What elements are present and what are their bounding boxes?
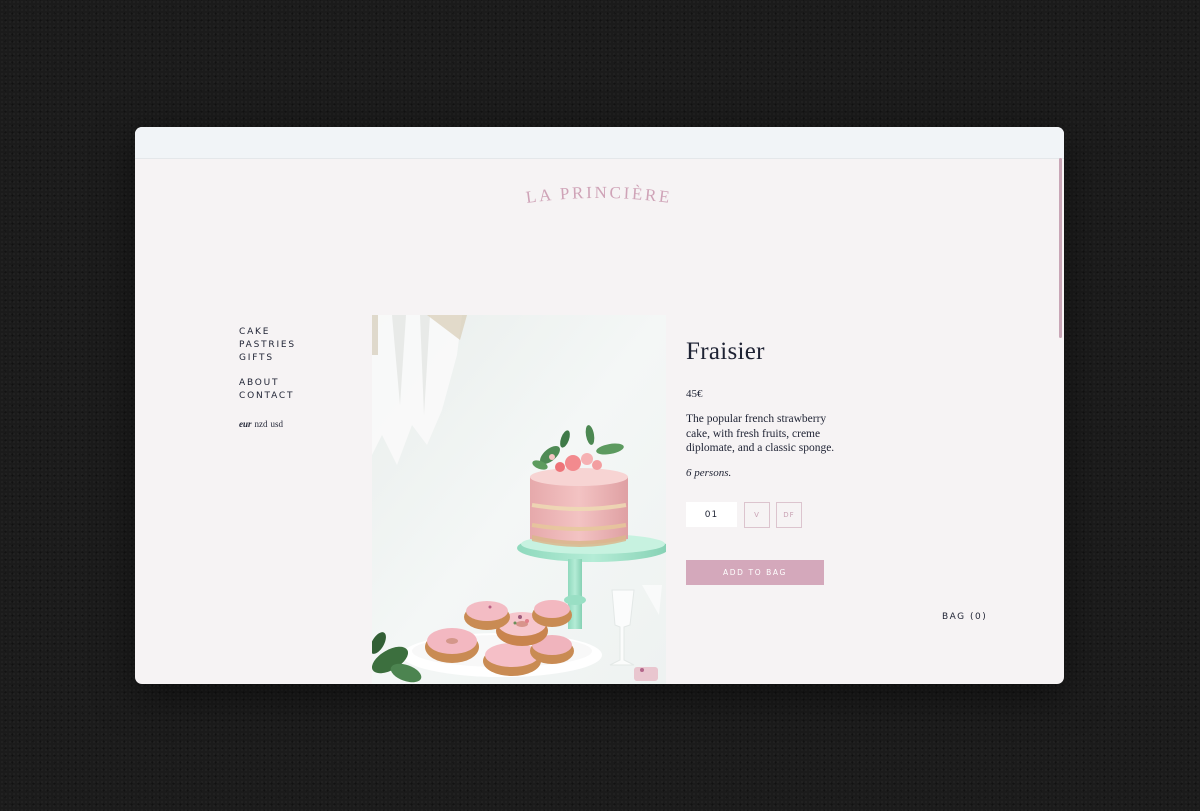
product-description: The popular french strawberry cake, with… bbox=[686, 413, 835, 454]
nav-item-pastries[interactable]: PASTRIES bbox=[239, 339, 296, 352]
product-details: Fraisier 45€ The popular french strawber… bbox=[686, 335, 886, 585]
product-serves: 6 persons. bbox=[686, 467, 732, 479]
currency-eur[interactable]: eur bbox=[239, 419, 252, 429]
currency-usd[interactable]: usd bbox=[271, 419, 284, 429]
browser-window: LA PRINCIÈRE CAKE PASTRIES GIFTS ABOUT C… bbox=[135, 127, 1064, 684]
product-image bbox=[372, 315, 666, 684]
nav-item-cake[interactable]: CAKE bbox=[239, 326, 296, 339]
page-scrollbar[interactable] bbox=[1059, 158, 1062, 684]
currency-switcher: eur nzd usd bbox=[239, 419, 296, 429]
browser-top-bar bbox=[135, 127, 1064, 159]
option-vegan[interactable]: V bbox=[744, 502, 770, 528]
currency-nzd[interactable]: nzd bbox=[255, 419, 268, 429]
logo-text: LA PRINCIÈRE bbox=[525, 183, 671, 207]
quantity-input[interactable] bbox=[686, 502, 737, 527]
nav-item-gifts[interactable]: GIFTS bbox=[239, 352, 296, 365]
shop-nav-group: CAKE PASTRIES GIFTS bbox=[239, 326, 296, 365]
nav-item-about[interactable]: ABOUT bbox=[239, 377, 296, 390]
scrollbar-thumb[interactable] bbox=[1059, 158, 1062, 338]
product-title: Fraisier bbox=[686, 338, 765, 365]
add-to-bag-button[interactable]: ADD TO BAG bbox=[686, 560, 824, 585]
side-navigation: CAKE PASTRIES GIFTS ABOUT CONTACT eur nzd… bbox=[239, 326, 296, 429]
cake-photo-icon bbox=[372, 315, 666, 684]
option-dairy-free[interactable]: DF bbox=[776, 502, 802, 528]
product-price: 45€ bbox=[686, 388, 703, 400]
site-logo[interactable]: LA PRINCIÈRE bbox=[474, 172, 724, 212]
info-nav-group: ABOUT CONTACT bbox=[239, 377, 296, 403]
bag-link[interactable]: BAG (0) bbox=[942, 612, 987, 622]
product-options-row: V DF bbox=[686, 502, 808, 528]
nav-item-contact[interactable]: CONTACT bbox=[239, 390, 296, 403]
svg-text:LA PRINCIÈRE: LA PRINCIÈRE bbox=[525, 183, 673, 207]
